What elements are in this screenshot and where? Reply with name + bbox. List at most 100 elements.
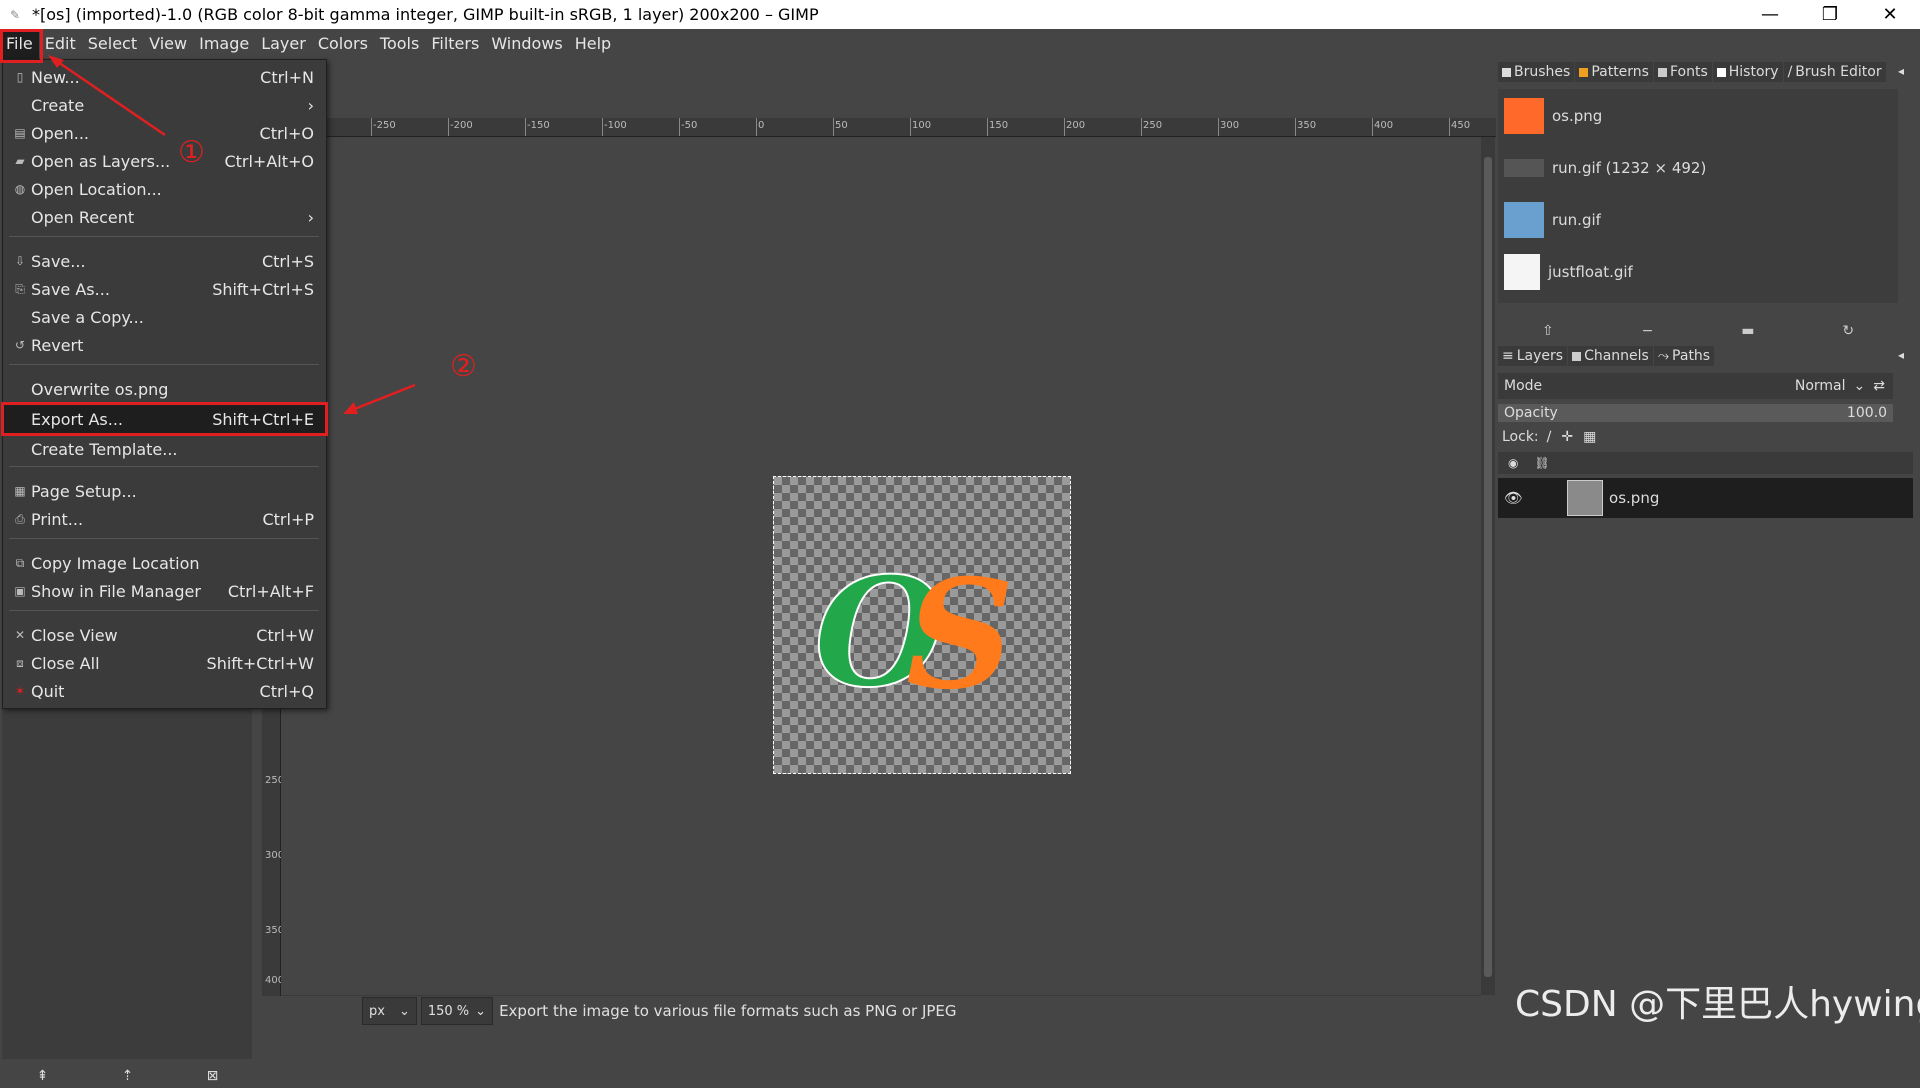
menu-item-revert[interactable]: ↺ Revert [3, 332, 326, 358]
menu-filters[interactable]: Filters [425, 29, 485, 59]
layer-thumbnail [1567, 480, 1604, 516]
os-logo-image: O S [813, 544, 1014, 723]
tab-brush-editor[interactable]: ∕ Brush Editor [1783, 62, 1886, 82]
image-thumbnail [1504, 254, 1540, 290]
status-message: Export the image to various file formats… [499, 1002, 957, 1020]
layer-mode-row[interactable]: Mode Normal ⌄ ⇄ [1498, 373, 1893, 399]
visibility-header-icon: ◉ [1508, 456, 1519, 470]
canvas-view[interactable]: O S [281, 137, 1481, 995]
left-dock-buttons: ⇞ ⇡ ⊠ [0, 1064, 255, 1088]
v-tick: 300 [265, 850, 285, 861]
list-item[interactable]: run.gif [1498, 195, 1898, 245]
layers-header: ◉ ⛓ [1498, 452, 1913, 474]
menu-item-page-setup[interactable]: ▦ Page Setup... [3, 478, 326, 504]
menu-edit[interactable]: Edit [39, 29, 82, 59]
minus-icon[interactable]: − [1642, 323, 1654, 339]
lock-position-icon[interactable]: ✛ [1561, 429, 1573, 445]
image-thumbnail [1504, 202, 1544, 238]
tab-brushes[interactable]: Brushes [1498, 62, 1575, 82]
window-title: *[os] (imported)-1.0 (RGB color 8-bit ga… [32, 5, 819, 24]
menu-item-print[interactable]: ⎙ Print... Ctrl+P [3, 506, 326, 532]
print-icon: ⎙ [15, 511, 25, 526]
list-item[interactable]: justfloat.gif [1498, 247, 1898, 297]
menu-tools[interactable]: Tools [374, 29, 425, 59]
menu-help[interactable]: Help [569, 29, 617, 59]
annotation-step-1: ① [178, 135, 205, 170]
tab-paths[interactable]: ⤳ Paths [1653, 346, 1715, 366]
menu-item-create-template[interactable]: Create Template... [3, 436, 326, 462]
menu-item-new[interactable]: ▯ New... Ctrl+N [3, 64, 326, 90]
paths-icon: ⤳ [1657, 348, 1670, 364]
menu-item-overwrite[interactable]: Overwrite os.png [3, 376, 326, 402]
menu-windows[interactable]: Windows [485, 29, 568, 59]
menu-item-create[interactable]: Create › [3, 92, 326, 118]
copy-icon: ⧉ [15, 555, 25, 570]
status-bar: px ⌄ 150 % ⌄ Export the image to various… [262, 996, 1492, 1026]
top-dock-tabs: Brushes Patterns Fonts History ∕ Brush Ed… [1498, 62, 1898, 82]
list-item[interactable]: run.gif (1232 × 492) [1498, 143, 1898, 193]
delete-icon[interactable]: ▬ [1741, 323, 1754, 339]
h-tick: 0 [755, 118, 765, 136]
menu-separator [9, 610, 319, 611]
menu-item-close-all[interactable]: ⧈ Close All Shift+Ctrl+W [3, 650, 326, 676]
image-thumbnail [1504, 159, 1544, 177]
mode-switch-icon[interactable]: ⇄ [1873, 378, 1885, 394]
raise-image-icon[interactable]: ⇧ [1542, 323, 1554, 339]
tab-channels[interactable]: Channels [1568, 346, 1653, 366]
file-menu-dropdown: ▯ New... Ctrl+N Create › ▤ Open... Ctrl+… [1, 59, 328, 709]
menu-view[interactable]: View [143, 29, 193, 59]
zoom-value: 150 % [427, 1003, 470, 1019]
tab-fonts[interactable]: Fonts [1653, 62, 1712, 82]
menu-item-quit[interactable]: ✶ Quit Ctrl+Q [3, 678, 326, 704]
save-options-icon[interactable]: ⇞ [37, 1068, 49, 1084]
restore-options-icon[interactable]: ⇡ [122, 1068, 134, 1084]
restore-button[interactable]: ❐ [1800, 0, 1860, 29]
open-icon: ▤ [14, 126, 26, 140]
tool-options-panel [2, 699, 252, 1059]
image-canvas[interactable]: O S [773, 476, 1071, 774]
menu-item-save-as[interactable]: ⎘ Save As... Shift+Ctrl+S [3, 276, 326, 302]
tab-patterns[interactable]: Patterns [1575, 62, 1653, 82]
dock-menu-icon[interactable]: ◂ [1898, 64, 1904, 78]
refresh-icon[interactable]: ↻ [1842, 323, 1854, 339]
tab-layers[interactable]: ≡ Layers [1498, 346, 1568, 366]
menu-image[interactable]: Image [193, 29, 255, 59]
h-tick: 300 [1217, 118, 1240, 136]
eye-icon[interactable]: 👁 [1504, 489, 1523, 507]
delete-options-icon[interactable]: ⊠ [207, 1068, 219, 1084]
tab-history[interactable]: History [1712, 62, 1783, 82]
menu-item-save-copy[interactable]: Save a Copy... [3, 304, 326, 330]
menu-separator [9, 538, 319, 539]
menu-item-open-as-layers[interactable]: ▰ Open as Layers... Ctrl+Alt+O [3, 148, 326, 174]
menu-item-open-location[interactable]: ◍ Open Location... [3, 176, 326, 202]
watermark: CSDN @下里巴人hywing [1515, 984, 1920, 1025]
menu-layer[interactable]: Layer [255, 29, 312, 59]
menu-item-copy-location[interactable]: ⧉ Copy Image Location [3, 550, 326, 576]
dock-menu-icon[interactable]: ◂ [1898, 348, 1904, 362]
lock-alpha-icon[interactable]: ▦ [1583, 429, 1596, 445]
menu-item-close-view[interactable]: ✕ Close View Ctrl+W [3, 622, 326, 648]
lock-pixels-icon[interactable]: ∕ [1547, 429, 1552, 445]
opacity-slider[interactable]: Opacity 100.0 [1498, 404, 1893, 422]
list-item[interactable]: os.png [1498, 91, 1898, 141]
unit-select[interactable]: px ⌄ [362, 997, 417, 1025]
unit-value: px [369, 1003, 385, 1019]
channels-icon [1572, 351, 1582, 361]
layers-icon: ≡ [1502, 348, 1514, 364]
annotation-file-box [0, 29, 43, 63]
menu-select[interactable]: Select [82, 29, 143, 59]
menu-bar: File Edit Select View Image Layer Colors… [0, 29, 1920, 59]
close-window-button[interactable]: ✕ [1860, 0, 1920, 29]
menu-colors[interactable]: Colors [312, 29, 374, 59]
menu-item-open[interactable]: ▤ Open... Ctrl+O [3, 120, 326, 146]
layer-row[interactable]: 👁 os.png [1498, 478, 1913, 518]
menu-item-save[interactable]: ⇩ Save... Ctrl+S [3, 248, 326, 274]
menu-item-open-recent[interactable]: Open Recent › [3, 204, 326, 230]
minimize-button[interactable]: — [1740, 0, 1800, 29]
vertical-scrollbar[interactable] [1481, 137, 1495, 995]
menu-item-show-in-file-manager[interactable]: ▣ Show in File Manager Ctrl+Alt+F [3, 578, 326, 604]
images-list: os.png run.gif (1232 × 492) run.gif just… [1498, 89, 1898, 303]
zoom-select[interactable]: 150 % ⌄ [420, 997, 494, 1025]
menu-item-export-as[interactable]: Export As... Shift+Ctrl+E [1, 402, 328, 436]
mode-label: Mode [1504, 378, 1543, 394]
